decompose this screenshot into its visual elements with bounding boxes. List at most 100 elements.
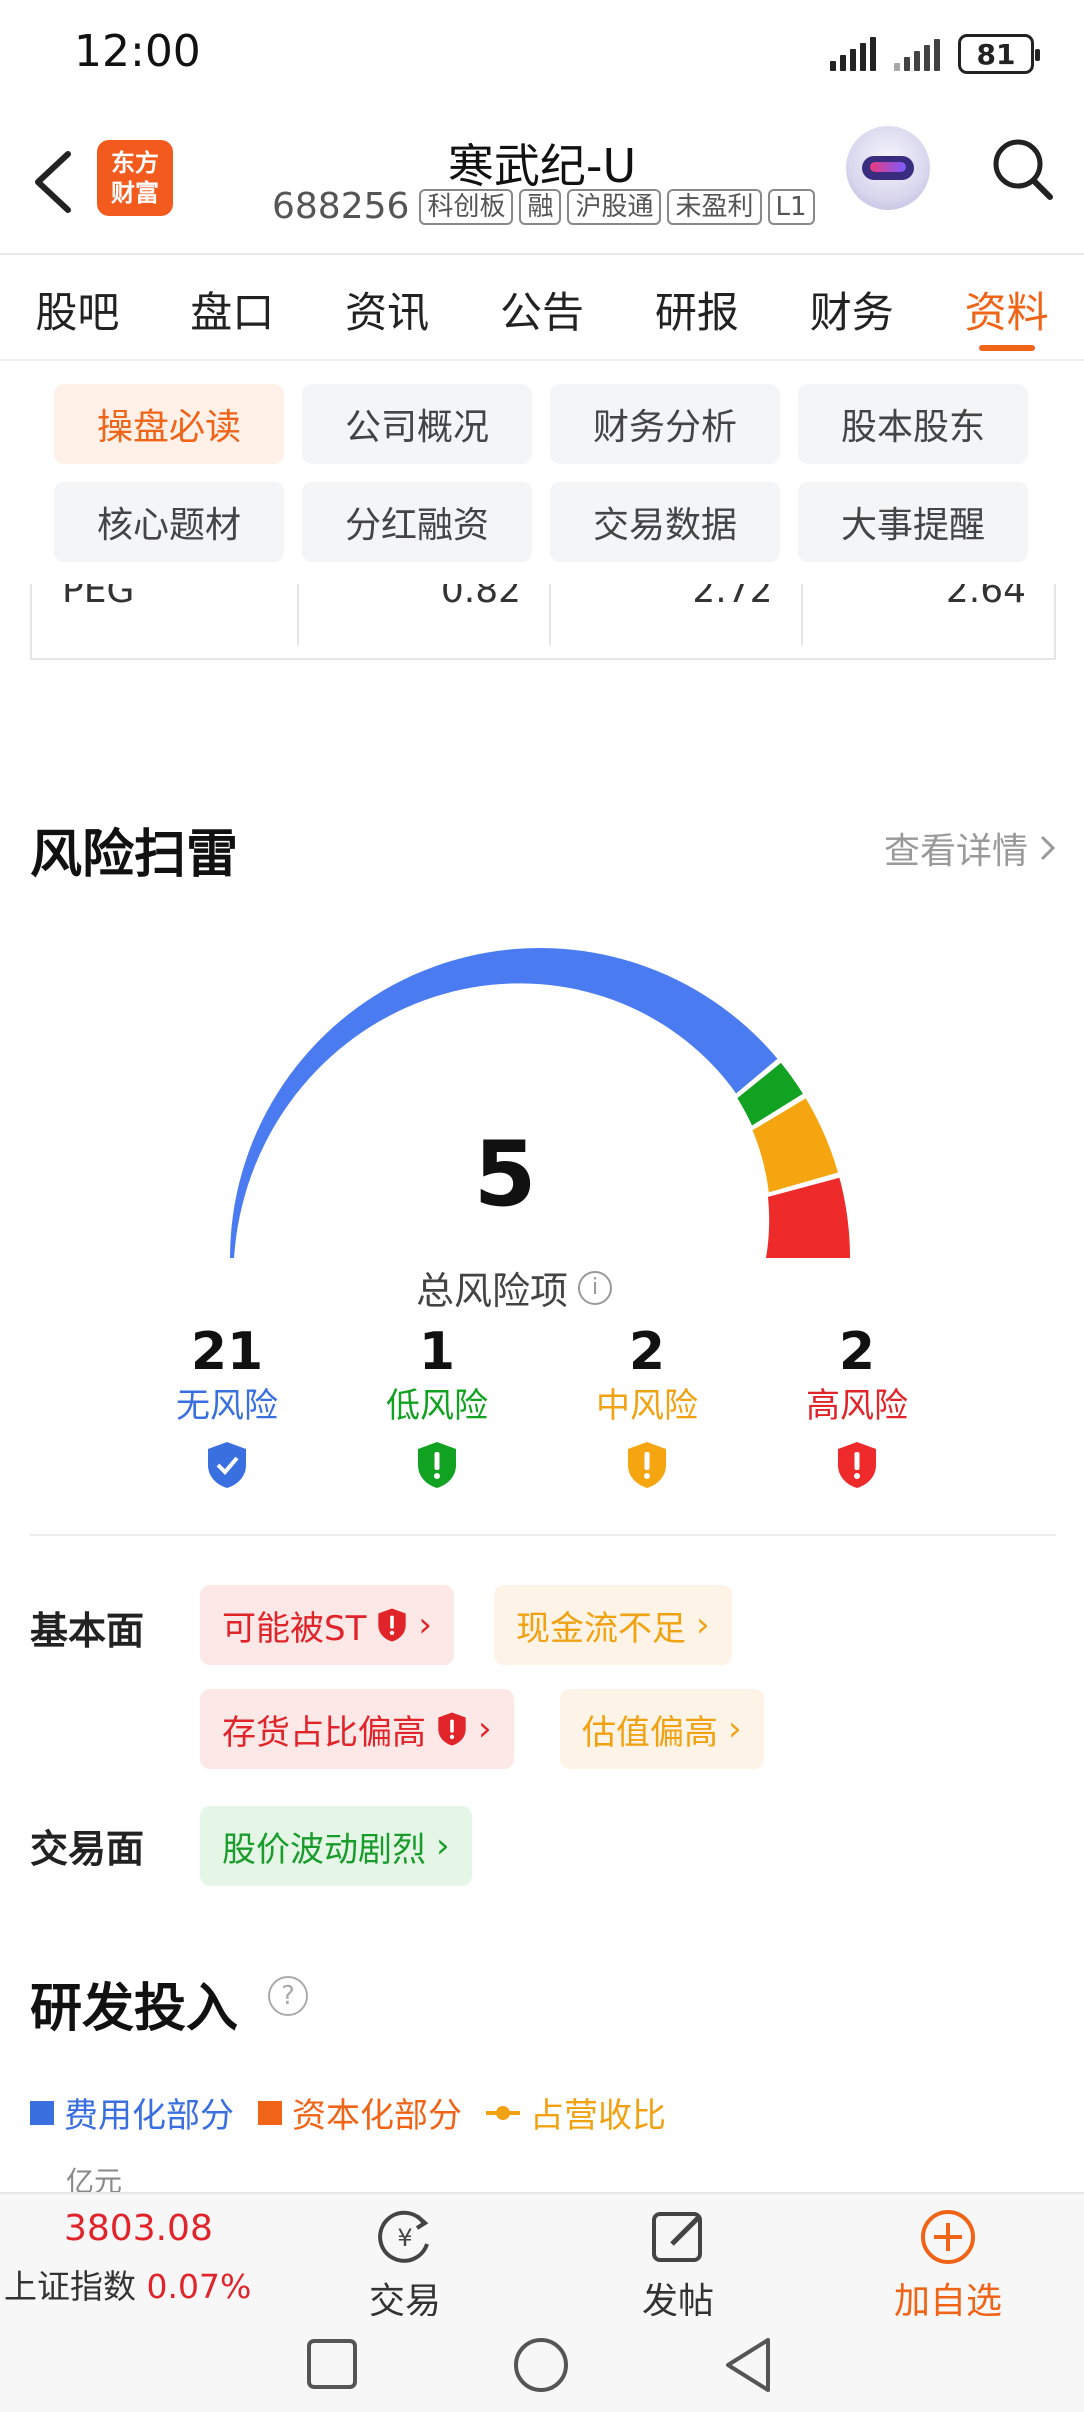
- total-risk-label-wrap: 总风险项 i: [416, 1260, 613, 1315]
- stock-code: 688256: [272, 186, 410, 227]
- chevron-right-icon: ›: [418, 1605, 432, 1645]
- recents-icon[interactable]: [306, 2338, 358, 2390]
- bottom-action-bar: 3803.08 上证指数 0.07% ¥ 交易 发帖 加自选: [0, 2192, 1084, 2322]
- tab-announcements[interactable]: 公告: [465, 257, 620, 359]
- info-icon[interactable]: i: [578, 1270, 613, 1305]
- peg-value: 0.82: [299, 584, 551, 646]
- tag-margin: 融: [519, 188, 562, 225]
- peg-label: PEG: [32, 584, 300, 646]
- risk-stat-low[interactable]: 1 低风险: [332, 1320, 542, 1494]
- subtab-company-overview[interactable]: 公司概况: [302, 384, 532, 464]
- index-value[interactable]: 3803.08: [64, 2208, 213, 2249]
- risk-pill-possible-st[interactable]: 可能被ST ›: [200, 1585, 454, 1665]
- help-icon[interactable]: ?: [268, 1976, 308, 2016]
- risk-pill-volatility[interactable]: 股价波动剧烈 ›: [200, 1806, 472, 1886]
- index-name: 上证指数: [4, 2267, 136, 2306]
- home-icon[interactable]: [512, 2336, 570, 2394]
- back-nav-icon[interactable]: [722, 2336, 776, 2394]
- ai-assistant-avatar[interactable]: [846, 126, 930, 210]
- risk-count: 1: [418, 1322, 456, 1382]
- trading-label: 交易面: [30, 1827, 145, 1871]
- risk-stat-high[interactable]: 2 高风险: [752, 1320, 962, 1494]
- chevron-right-icon: ›: [696, 1605, 710, 1645]
- risk-stat-mid[interactable]: 2 中风险: [542, 1320, 752, 1494]
- legend-item-expensed: 费用化部分: [30, 2088, 234, 2137]
- shield-warning-icon: [838, 1442, 876, 1488]
- tab-pankou[interactable]: 盘口: [155, 257, 310, 359]
- search-icon: [993, 139, 1053, 200]
- risk-level-label: 无风险: [176, 1386, 278, 1426]
- add-circle-icon: [921, 2210, 975, 2264]
- signal-icon-secondary: [894, 37, 940, 71]
- risk-pill-label: 股价波动剧烈: [222, 1829, 426, 1870]
- risk-pill-cashflow[interactable]: 现金流不足 ›: [494, 1585, 732, 1665]
- legend-item-capitalized: 资本化部分: [258, 2088, 462, 2137]
- tab-finance[interactable]: 财务: [774, 257, 929, 359]
- subtab-shareholders[interactable]: 股本股东: [798, 384, 1028, 464]
- subtab-trading-guide[interactable]: 操盘必读: [54, 384, 284, 464]
- subtab-core-themes[interactable]: 核心题材: [54, 482, 284, 562]
- risk-pill-label: 可能被ST: [222, 1608, 367, 1649]
- shield-warning-icon: [378, 1608, 407, 1642]
- risk-pill-valuation[interactable]: 估值偏高 ›: [560, 1689, 764, 1769]
- tag-board: 科创板: [419, 188, 514, 225]
- tag-unprofitable: 未盈利: [667, 188, 762, 225]
- risk-count: 2: [628, 1322, 666, 1382]
- fundamental-label: 基本面: [30, 1609, 145, 1653]
- tab-news[interactable]: 资讯: [310, 257, 465, 359]
- chevron-right-icon: ›: [478, 1709, 492, 1749]
- search-button[interactable]: [990, 134, 1056, 204]
- chevron-right-icon: [1040, 835, 1056, 861]
- legend-swatch: [30, 2100, 54, 2125]
- edit-icon: [652, 2212, 702, 2262]
- status-icons: 81: [830, 34, 1040, 74]
- tab-profile[interactable]: 资料: [929, 257, 1084, 359]
- risk-pill-inventory[interactable]: 存货占比偏高 ›: [200, 1689, 514, 1769]
- legend-swatch: [258, 2100, 282, 2125]
- signal-icon: [830, 37, 876, 71]
- stock-subtitle: 688256 科创板 融 沪股通 未盈利 L1: [272, 186, 815, 227]
- risk-level-label: 高风险: [806, 1386, 908, 1426]
- risk-detail-link[interactable]: 查看详情: [884, 822, 1058, 874]
- legend-label: 占营收比: [530, 2096, 666, 2136]
- tag-connect: 沪股通: [567, 188, 662, 225]
- shield-warning-icon: [418, 1442, 456, 1488]
- subtab-events[interactable]: 大事提醒: [798, 482, 1028, 562]
- tab-guba[interactable]: 股吧: [0, 257, 155, 359]
- subtab-dividends[interactable]: 分红融资: [302, 482, 532, 562]
- tab-research[interactable]: 研报: [619, 257, 774, 359]
- tag-level: L1: [767, 188, 815, 225]
- shield-check-icon: [208, 1442, 246, 1488]
- subtab-trading-data[interactable]: 交易数据: [550, 482, 780, 562]
- shield-warning-icon: [628, 1442, 666, 1488]
- status-time: 12:00: [74, 26, 201, 77]
- risk-section-title: 风险扫雷: [30, 825, 239, 885]
- post-button[interactable]: 发帖: [603, 2208, 753, 2324]
- risk-detail-label: 查看详情: [883, 831, 1028, 872]
- add-watchlist-button[interactable]: 加自选: [873, 2208, 1023, 2324]
- index-change: 0.07%: [146, 2267, 252, 2306]
- risk-stat-none[interactable]: 21 无风险: [122, 1320, 332, 1494]
- profile-subtabs: 操盘必读 公司概况 财务分析 股本股东 核心题材 分红融资 交易数据 大事提醒: [54, 384, 1034, 562]
- risk-pill-label: 现金流不足: [516, 1608, 686, 1649]
- risk-pill-label: 存货占比偏高: [222, 1712, 426, 1753]
- legend-line-marker: [486, 2101, 520, 2125]
- risk-count: 21: [190, 1322, 264, 1382]
- rd-legend: 费用化部分 资本化部分 占营收比: [30, 2088, 666, 2137]
- peg-table-row: PEG 0.82 2.72 2.64: [30, 584, 1056, 660]
- battery-level: 81: [976, 37, 1016, 71]
- subtab-financial-analysis[interactable]: 财务分析: [550, 384, 780, 464]
- peg-value: 2.72: [551, 584, 803, 646]
- chevron-right-icon: ›: [728, 1709, 742, 1749]
- main-tabs: 股吧 盘口 资讯 公告 研报 财务 资料: [0, 257, 1084, 361]
- yuan-exchange-icon: ¥: [378, 2210, 429, 2263]
- section-divider: [30, 1534, 1056, 1536]
- stock-header: 东方 财富 寒武纪-U 688256 科创板 融 沪股通 未盈利 L1: [0, 110, 1084, 255]
- trade-button[interactable]: ¥ 交易: [330, 2208, 480, 2324]
- risk-level-label: 中风险: [596, 1386, 698, 1426]
- legend-label: 资本化部分: [292, 2096, 462, 2136]
- total-risk-label: 总风险项: [416, 1269, 569, 1313]
- peg-value: 2.64: [945, 584, 1027, 611]
- index-ticker[interactable]: 上证指数 0.07%: [4, 2260, 251, 2308]
- legend-label: 费用化部分: [64, 2096, 234, 2136]
